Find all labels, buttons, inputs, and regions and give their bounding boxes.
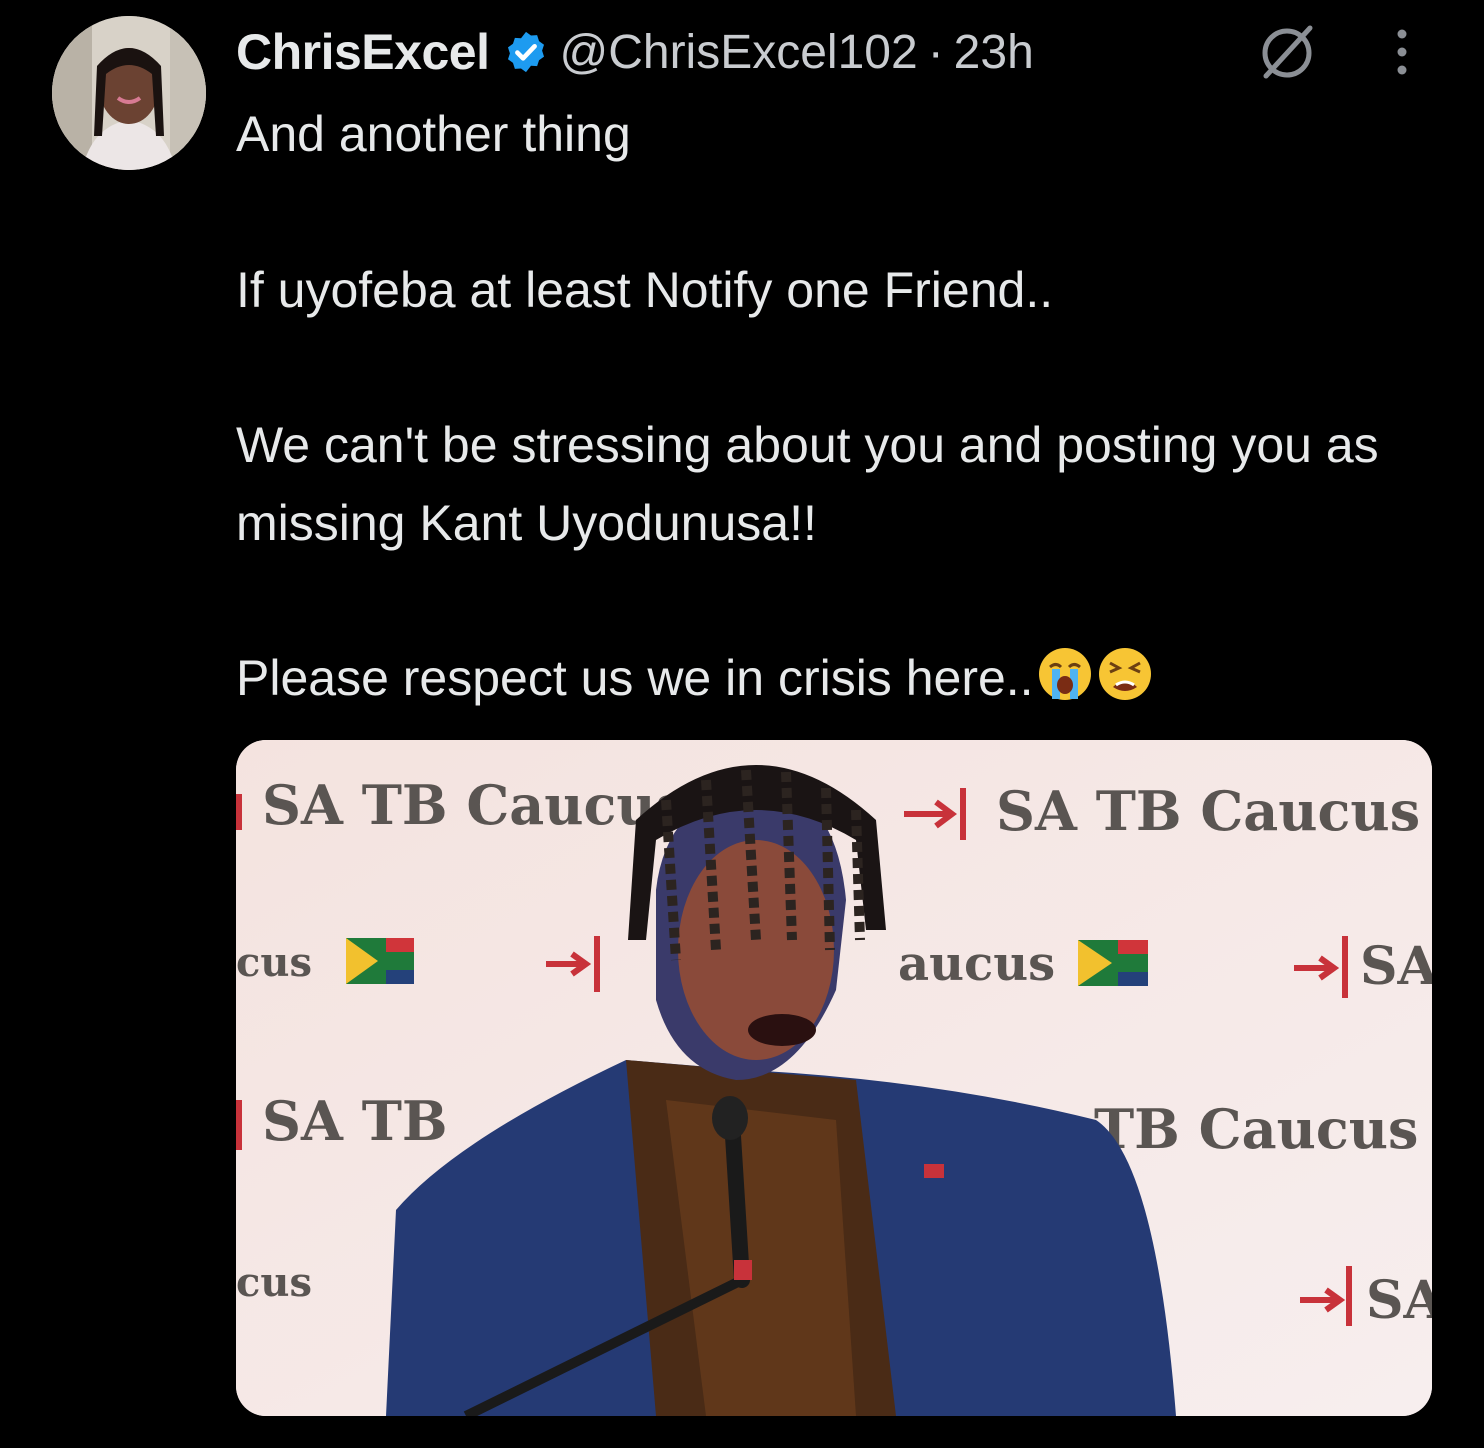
loudly-crying-face-icon	[1036, 645, 1094, 703]
banner-text: SA TB	[262, 1089, 448, 1153]
tired-face-icon	[1096, 645, 1154, 703]
tweet-line-last: Please respect us we in crisis here..	[236, 640, 1436, 718]
tweet-header: ChrisExcel @ChrisExcel102 · 23h	[236, 20, 1034, 84]
author-handle[interactable]: @ChrisExcel102	[559, 25, 917, 80]
separator-dot: ·	[927, 25, 944, 79]
tweet-media-photo[interactable]: SA TB Caucus SA TB Caucus cus aucus SA S…	[236, 740, 1432, 1416]
tweet-text: And another thing If uyofeba at least No…	[236, 96, 1436, 718]
more-vertical-icon[interactable]	[1388, 24, 1416, 80]
banner-text: SA TB Caucus	[996, 779, 1420, 843]
banner-text: cus	[236, 1259, 312, 1306]
tweet-line: Please respect us we in crisis here..	[236, 650, 1034, 706]
tweet-line: We can't be stressing about you and post…	[236, 417, 1379, 551]
avatar-photo	[52, 16, 206, 170]
grok-icon[interactable]	[1256, 22, 1318, 84]
author-display-name[interactable]: ChrisExcel	[236, 23, 490, 81]
banner-text: cus	[236, 939, 312, 986]
photo-content: SA TB Caucus SA TB Caucus cus aucus SA S…	[236, 740, 1432, 1416]
banner-text: aucus	[898, 936, 1055, 992]
banner-text: SA TB Caucus	[262, 773, 686, 837]
tweet-line: If uyofeba at least Notify one Friend..	[236, 261, 1054, 318]
banner-text: SA	[1366, 1270, 1432, 1331]
author-avatar[interactable]	[52, 16, 206, 170]
verified-badge-icon	[503, 29, 549, 75]
banner-text: SA	[1360, 936, 1432, 997]
banner-text: TB Caucus	[1094, 1097, 1418, 1161]
tweet-line: And another thing	[236, 106, 631, 162]
tweet[interactable]: ChrisExcel @ChrisExcel102 · 23h And anot…	[0, 0, 1484, 1448]
tweet-timestamp[interactable]: 23h	[954, 25, 1034, 80]
